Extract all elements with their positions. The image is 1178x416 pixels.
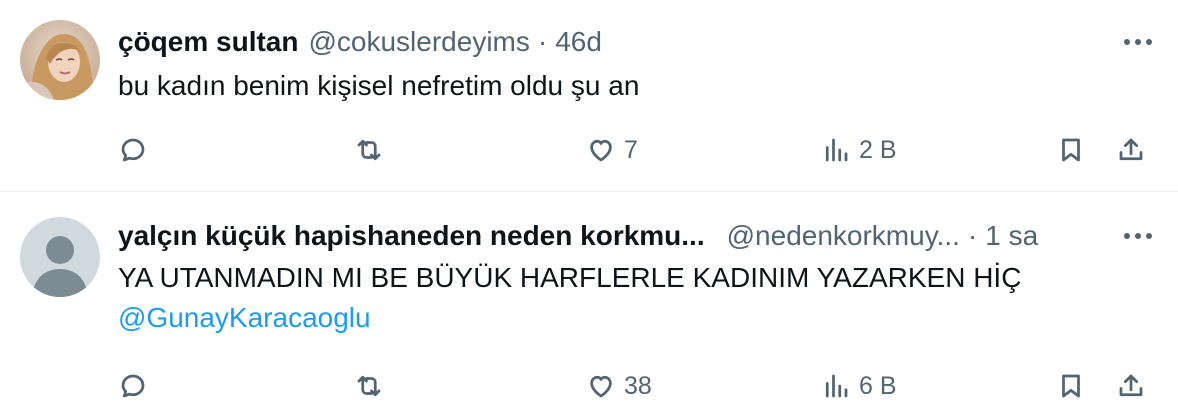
like-count: 7 [624,135,638,164]
timestamp[interactable]: 1 sa [985,220,1038,252]
user-handle[interactable]: @nedenkorkmuy... [727,220,960,252]
more-icon [1124,39,1152,45]
reply-icon [121,374,145,398]
like-button[interactable]: 38 [586,364,652,408]
user-photo-icon [20,20,100,100]
share-icon [1119,138,1143,161]
retweet-icon [357,139,381,161]
share-button[interactable] [1116,128,1146,172]
avatar[interactable] [20,20,100,100]
tweet-header: çöqem sultan @cokuslerdeyims · 46d [118,24,1158,60]
reply-button[interactable] [118,128,156,172]
tweet-text: bu kadın benim kişisel nefretim oldu şu … [118,66,1118,106]
views-button[interactable]: 6 B [821,364,897,408]
like-count: 38 [624,371,652,400]
share-icon [1119,374,1143,397]
mention-link[interactable]: @GunayKaracaoglu [118,298,1118,338]
share-button[interactable] [1116,364,1146,408]
retweet-button[interactable] [354,364,392,408]
bookmark-button[interactable] [1056,128,1086,172]
separator-dot: · [967,220,978,251]
avatar[interactable] [20,217,100,297]
views-count: 6 B [859,371,897,400]
more-icon [1124,233,1152,239]
bookmark-button[interactable] [1056,364,1086,408]
user-handle[interactable]: @cokuslerdeyims [308,26,529,58]
more-options-button[interactable] [1118,218,1158,254]
tweet[interactable]: yalçın küçük hapishaneden neden korkmu..… [0,192,1178,416]
views-icon [825,138,848,162]
tweet-actions: 7 2 B [118,128,1158,172]
tweet-body: YA UTANMADIN MI BE BÜYÜK HARFLERLE KADIN… [118,262,1022,293]
reply-icon [121,138,145,162]
views-button[interactable]: 2 B [821,128,897,172]
bookmark-icon [1062,138,1080,162]
tweet-body: bu kadın benim kişisel nefretim oldu şu … [118,70,640,101]
views-count: 2 B [859,135,897,164]
tweet[interactable]: çöqem sultan @cokuslerdeyims · 46d bu ka… [0,0,1178,192]
tweet-text: YA UTANMADIN MI BE BÜYÜK HARFLERLE KADIN… [118,258,1118,338]
retweet-button[interactable] [354,128,392,172]
like-icon [590,139,612,162]
separator-dot: · [537,26,548,57]
display-name[interactable]: çöqem sultan [118,26,298,58]
timestamp[interactable]: 46d [555,26,602,58]
more-options-button[interactable] [1118,24,1158,60]
retweet-icon [357,375,381,397]
like-button[interactable]: 7 [586,128,638,172]
display-name[interactable]: yalçın küçük hapishaneden neden korkmu..… [118,220,705,252]
views-icon [825,374,848,398]
reply-button[interactable] [118,364,156,408]
bookmark-icon [1062,374,1080,398]
tweet-actions: 38 6 B [118,364,1158,408]
like-icon [590,375,612,398]
default-avatar-icon [20,217,100,297]
tweet-header: yalçın küçük hapishaneden neden korkmu..… [118,218,1158,254]
